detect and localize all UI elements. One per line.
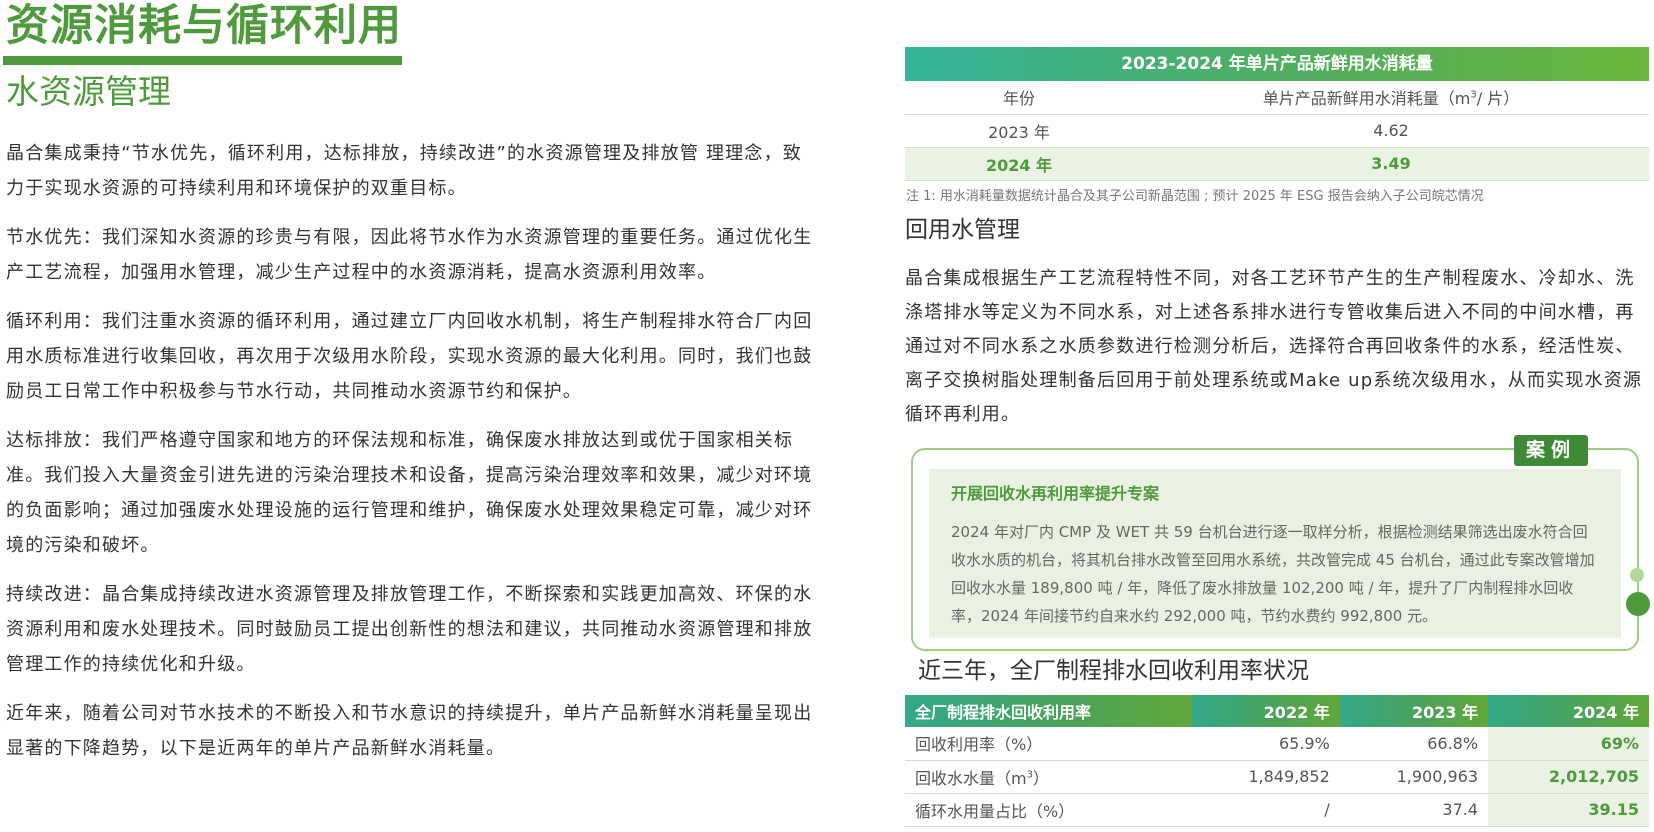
- paragraph-water-saving: 节水优先：我们深知水资源的珍贵与有限，因此将节水作为水资源管理的重要任务。通过优…: [6, 227, 813, 283]
- row-label: 回收水水量（m3）: [905, 760, 1192, 794]
- table-row: 回收水水量（m3） 1,849,852 1,900,963 2,012,705: [905, 760, 1649, 794]
- case-title: 开展回收水再利用率提升专案: [951, 484, 1160, 503]
- table-header-row: 全厂制程排水回收利用率 2022 年 2023 年 2024 年: [905, 695, 1649, 727]
- header-2023: 2023 年: [1339, 695, 1489, 727]
- left-column: 晶合集成秉持“节水优先，循环利用，达标排放，持续改进”的水资源管理及排放管 理理…: [6, 136, 818, 780]
- cell-2023: 37.4: [1339, 793, 1489, 827]
- cell-year: 2024 年: [905, 147, 1133, 181]
- recovery-title: 近三年，全厂制程排水回收利用率状况: [918, 658, 1309, 684]
- table-note: 注 1: 用水消耗量数据统计晶合及其子公司新晶范围 ; 预计 2025 年 ES…: [906, 189, 1484, 204]
- page-title: 资源消耗与循环利用: [6, 1, 402, 51]
- cell-2024: 39.15: [1488, 793, 1649, 827]
- row-label-text: 循环水用量占比（%）: [915, 801, 1075, 821]
- title-underline: [3, 56, 402, 65]
- recovery-table: 全厂制程排水回收利用率 2022 年 2023 年 2024 年 回收利用率（%…: [905, 695, 1649, 827]
- row-label-text: 回收利用率（%）: [915, 735, 1043, 755]
- table-row: 2023 年 4.62: [905, 114, 1649, 148]
- header-metric: 全厂制程排水回收利用率: [905, 695, 1192, 727]
- paragraph-recycling: 循环利用：我们注重水资源的循环利用，通过建立厂内回收水机制，将生产制程排水符合厂…: [6, 311, 813, 402]
- table-row-highlight: 2024 年 3.49: [905, 147, 1649, 181]
- header-2024: 2024 年: [1488, 695, 1649, 727]
- col-year: 年份: [905, 81, 1133, 115]
- row-label: 回收利用率（%）: [905, 727, 1192, 761]
- paragraph-discharge: 达标排放：我们严格遵守国家和地方的环保法规和标准，确保废水排放达到或优于国家相关…: [6, 430, 813, 556]
- row-label: 循环水用量占比（%）: [905, 793, 1192, 827]
- table-row: 循环水用量占比（%） / 37.4 39.15: [905, 793, 1649, 827]
- header-2022: 2022 年: [1191, 695, 1340, 727]
- case-tag: 案例: [1514, 435, 1588, 466]
- decorative-dot-large: [1626, 592, 1650, 616]
- col-value-suffix: / 片）: [1476, 89, 1520, 109]
- paragraph-improvement: 持续改进：晶合集成持续改进水资源管理及排放管理工作，不断探索和实践更加高效、环保…: [6, 584, 813, 675]
- col-value-prefix: 单片产品新鲜用水消耗量（m: [1262, 89, 1471, 109]
- table-header-row: 年份 单片产品新鲜用水消耗量（m3/ 片）: [905, 81, 1649, 115]
- cell-2024: 69%: [1488, 727, 1649, 761]
- decorative-dot-small: [1630, 568, 1644, 582]
- reuse-title: 回用水管理: [905, 217, 1020, 243]
- reuse-text: 晶合集成根据生产工艺流程特性不同，对各工艺环节产生的生产制程废水、冷却水、洗涤塔…: [905, 268, 1643, 425]
- cell-2022: 1,849,852: [1191, 760, 1340, 794]
- row-label-text: 回收水水量（m: [915, 768, 1027, 788]
- cell-2023: 1,900,963: [1339, 760, 1489, 794]
- cell-2022: 65.9%: [1191, 727, 1340, 761]
- paragraph-trend: 近年来，随着公司对节水技术的不断投入和节水意识的持续提升，单片产品新鲜水消耗量呈…: [6, 703, 813, 759]
- cell-year: 2023 年: [905, 114, 1133, 148]
- paragraph-intro: 晶合集成秉持“节水优先，循环利用，达标排放，持续改进”的水资源管理及排放管 理理…: [6, 143, 802, 199]
- col-value: 单片产品新鲜用水消耗量（m3/ 片）: [1133, 81, 1649, 115]
- cell-2022: /: [1191, 793, 1340, 827]
- case-body: 2024 年对厂内 CMP 及 WET 共 59 台机台进行逐一取样分析，根据检…: [951, 523, 1595, 625]
- cell-2023: 66.8%: [1339, 727, 1489, 761]
- cell-value: 3.49: [1133, 147, 1649, 181]
- row-label-suffix: ）: [1032, 768, 1049, 788]
- cell-2024: 2,012,705: [1488, 760, 1649, 794]
- cell-value: 4.62: [1133, 114, 1649, 148]
- case-content: 开展回收水再利用率提升专案 2024 年对厂内 CMP 及 WET 共 59 台…: [929, 469, 1621, 638]
- section-title: 水资源管理: [6, 72, 171, 111]
- water-table-title: 2023-2024 年单片产品新鲜用水消耗量: [905, 47, 1649, 81]
- table-row: 回收利用率（%） 65.9% 66.8% 69%: [905, 727, 1649, 761]
- water-consumption-table: 年份 单片产品新鲜用水消耗量（m3/ 片） 2023 年 4.62 2024 年…: [905, 81, 1649, 181]
